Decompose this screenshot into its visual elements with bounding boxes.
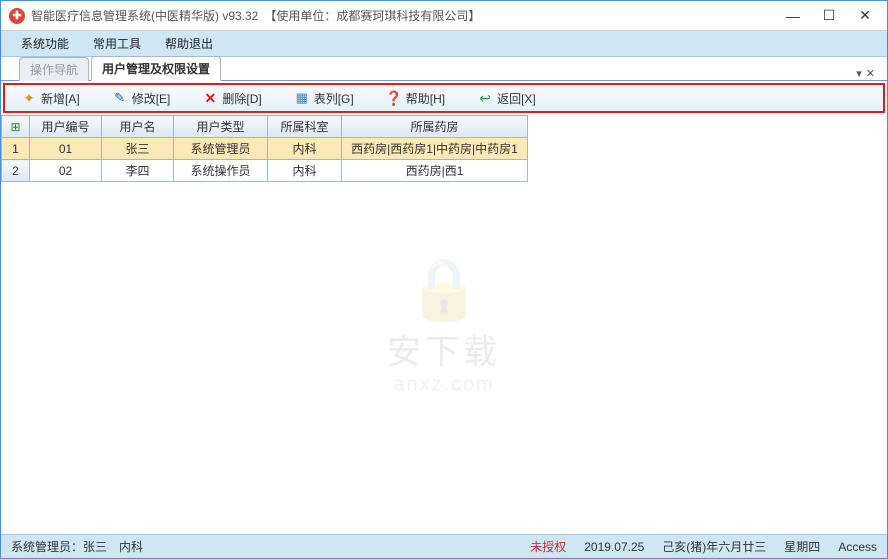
delete-icon: ✕ [202, 90, 218, 106]
titlebar: ✚ 智能医疗信息管理系统(中医精华版) v93.32 【使用单位：成都赛珂琪科技… [1, 1, 887, 31]
data-grid[interactable]: ⊞ 用户编号 用户名 用户类型 所属科室 所属药房 1 01 张三 系统管理员 … [1, 115, 528, 182]
close-button[interactable]: ✕ [847, 3, 883, 29]
cell-id: 02 [30, 160, 102, 182]
col-header-pharm[interactable]: 所属药房 [342, 116, 528, 138]
list-label: 表列[G] [314, 90, 354, 107]
col-header-type[interactable]: 用户类型 [174, 116, 268, 138]
status-date: 2019.07.25 [584, 540, 644, 554]
cell-name: 李四 [102, 160, 174, 182]
tab-controls: ▾ ✕ [856, 67, 879, 80]
menubar: 系统功能 常用工具 帮助退出 [1, 31, 887, 57]
menu-tools[interactable]: 常用工具 [81, 31, 153, 56]
tab-dropdown-icon[interactable]: ▾ [856, 67, 862, 80]
watermark: 🔒 安下载 anxz.com [387, 253, 501, 396]
minimize-button[interactable]: — [775, 3, 811, 29]
help-button[interactable]: ❓ 帮助[H] [376, 87, 455, 110]
cell-dept: 内科 [268, 160, 342, 182]
edit-button[interactable]: ✎ 修改[E] [102, 87, 181, 110]
window-buttons: — ☐ ✕ [775, 3, 883, 29]
cell-name: 张三 [102, 138, 174, 160]
menu-system[interactable]: 系统功能 [9, 31, 81, 56]
table-row[interactable]: 2 02 李四 系统操作员 内科 西药房|西1 [2, 160, 528, 182]
tab-user-mgmt[interactable]: 用户管理及权限设置 [91, 56, 221, 81]
delete-button[interactable]: ✕ 删除[D] [192, 87, 271, 110]
help-icon: ❓ [386, 90, 402, 106]
cell-id: 01 [30, 138, 102, 160]
cell-pharm: 西药房|西1 [342, 160, 528, 182]
menu-help[interactable]: 帮助退出 [153, 31, 225, 56]
window-title: 智能医疗信息管理系统(中医精华版) v93.32 【使用单位：成都赛珂琪科技有限… [31, 7, 775, 24]
app-icon: ✚ [9, 8, 25, 24]
back-button[interactable]: ↩ 返回[X] [467, 87, 546, 110]
table-row[interactable]: 1 01 张三 系统管理员 内科 西药房|西药房1|中药房|中药房1 [2, 138, 528, 160]
statusbar: 系统管理员：张三 内科 未授权 2019.07.25 己亥(猪)年六月廿三 星期… [1, 534, 887, 558]
col-header-name[interactable]: 用户名 [102, 116, 174, 138]
watermark-text1: 安下载 [387, 324, 501, 373]
edit-icon: ✎ [112, 90, 128, 106]
maximize-button[interactable]: ☐ [811, 3, 847, 29]
add-icon: ✦ [21, 90, 37, 106]
cell-type: 系统操作员 [174, 160, 268, 182]
grid-area: ⊞ 用户编号 用户名 用户类型 所属科室 所属药房 1 01 张三 系统管理员 … [1, 115, 887, 534]
edit-label: 修改[E] [132, 90, 171, 107]
cell-pharm: 西药房|西药房1|中药房|中药房1 [342, 138, 528, 160]
add-button[interactable]: ✦ 新增[A] [11, 87, 90, 110]
toolbar: ✦ 新增[A] ✎ 修改[E] ✕ 删除[D] ▦ 表列[G] ❓ 帮助[H] [3, 83, 885, 113]
status-weekday: 星期四 [784, 538, 820, 555]
add-label: 新增[A] [41, 90, 80, 107]
watermark-text2: anxz.com [387, 373, 501, 396]
grid-header-row: ⊞ 用户编号 用户名 用户类型 所属科室 所属药房 [2, 116, 528, 138]
back-label: 返回[X] [497, 90, 536, 107]
app-window: ✚ 智能医疗信息管理系统(中医精华版) v93.32 【使用单位：成都赛珂琪科技… [0, 0, 888, 559]
watermark-icon: 🔒 [387, 253, 501, 324]
status-db: Access [838, 540, 877, 554]
help-label: 帮助[H] [406, 90, 445, 107]
cell-dept: 内科 [268, 138, 342, 160]
tab-nav[interactable]: 操作导航 [19, 57, 89, 81]
back-icon: ↩ [477, 90, 493, 106]
list-button[interactable]: ▦ 表列[G] [284, 87, 364, 110]
row-number: 2 [2, 160, 30, 182]
tabbar: 操作导航 用户管理及权限设置 ▾ ✕ [1, 57, 887, 81]
delete-label: 删除[D] [222, 90, 261, 107]
toolbar-container: ✦ 新增[A] ✎ 修改[E] ✕ 删除[D] ▦ 表列[G] ❓ 帮助[H] [1, 81, 887, 115]
status-auth: 未授权 [530, 538, 566, 555]
status-lunar: 己亥(猪)年六月廿三 [662, 538, 766, 555]
col-header-dept[interactable]: 所属科室 [268, 116, 342, 138]
excel-export-icon[interactable]: ⊞ [2, 116, 30, 138]
cell-type: 系统管理员 [174, 138, 268, 160]
list-icon: ▦ [294, 90, 310, 106]
status-user: 系统管理员：张三 内科 [11, 538, 512, 555]
row-number: 1 [2, 138, 30, 160]
tab-close-icon[interactable]: ✕ [866, 67, 875, 80]
col-header-id[interactable]: 用户编号 [30, 116, 102, 138]
